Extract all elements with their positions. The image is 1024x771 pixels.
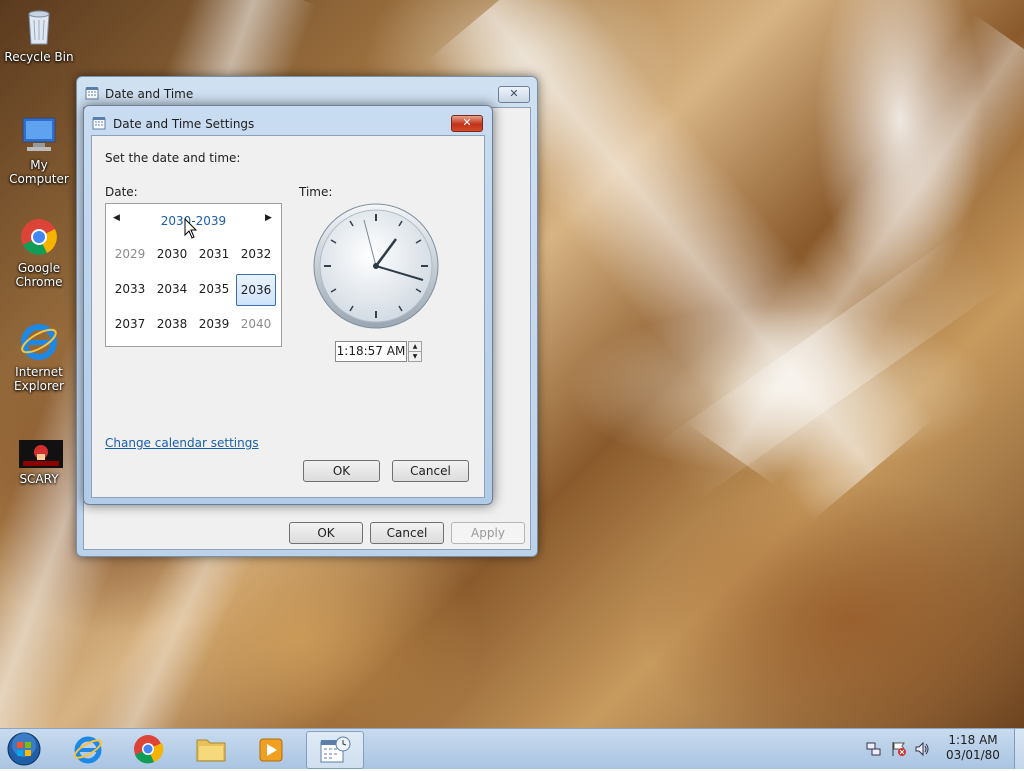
system-clock[interactable]: 1:18 AM 03/01/80: [940, 733, 1006, 762]
cancel-button[interactable]: Cancel: [392, 460, 469, 482]
change-calendar-settings-link[interactable]: Change calendar settings: [105, 436, 259, 450]
desktop-icon-scary[interactable]: SCARY: [1, 440, 77, 486]
calendar-year-cell[interactable]: 2040: [236, 309, 276, 339]
mouse-pointer-icon: [184, 217, 198, 243]
desktop-icon-recycle-bin[interactable]: Recycle Bin: [1, 6, 77, 64]
date-time-settings-icon: [92, 116, 106, 133]
recycle-bin-icon: [19, 6, 59, 46]
desktop-icon-label: SCARY: [19, 472, 59, 486]
computer-icon: [19, 114, 59, 154]
start-button[interactable]: [6, 731, 42, 767]
spin-up-icon[interactable]: ▲: [408, 341, 422, 352]
calendar-year-cell[interactable]: 2038: [152, 309, 192, 339]
dialog-title: Date and Time Settings: [113, 117, 255, 131]
close-button[interactable]: ✕: [498, 86, 530, 103]
window-title: Date and Time: [105, 87, 194, 101]
folder-icon: [196, 739, 226, 762]
desktop-icon-internet-explorer[interactable]: Internet Explorer: [1, 321, 77, 393]
apply-button[interactable]: Apply: [451, 522, 525, 544]
calendar-year-cell[interactable]: 2034: [152, 274, 192, 304]
ok-button[interactable]: OK: [289, 522, 363, 544]
calendar-year-cell[interactable]: 2030: [152, 239, 192, 269]
date-time-window-icon: [85, 86, 99, 103]
taskbar-file-explorer[interactable]: [185, 731, 237, 767]
calendar-year-cell[interactable]: 2036: [236, 274, 276, 306]
clock-date: 03/01/80: [946, 748, 1000, 762]
desktop-icon-label: My Computer: [9, 158, 69, 186]
internet-explorer-icon: [19, 321, 59, 361]
time-spinner[interactable]: ▲ ▼: [408, 341, 422, 362]
ok-button[interactable]: OK: [303, 460, 380, 482]
close-button[interactable]: ✕: [451, 115, 483, 132]
calendar-year-cell[interactable]: 2039: [194, 309, 234, 339]
internet-explorer-icon: [73, 736, 103, 764]
calendar-year-cell[interactable]: 2029: [110, 239, 150, 269]
calendar-year-cell[interactable]: 2032: [236, 239, 276, 269]
show-desktop-button[interactable]: [1014, 729, 1024, 769]
action-center-flag-icon[interactable]: [891, 741, 907, 757]
taskbar-media-player[interactable]: [245, 731, 297, 767]
calendar-year-cell[interactable]: 2035: [194, 274, 234, 304]
media-player-icon: [259, 738, 283, 762]
clock-time: 1:18 AM: [948, 733, 998, 747]
date-time-control-panel-icon: [320, 736, 351, 763]
time-input[interactable]: 1:18:57 AM: [335, 341, 407, 362]
cancel-button[interactable]: Cancel: [370, 522, 444, 544]
close-icon: ✕: [509, 87, 519, 100]
date-label: Date:: [105, 185, 138, 199]
taskbar-chrome[interactable]: [122, 731, 174, 767]
desktop-icon-label: Google Chrome: [15, 261, 63, 289]
spin-down-icon[interactable]: ▼: [408, 352, 422, 362]
start-orb-icon: [7, 732, 41, 766]
instruction-text: Set the date and time:: [105, 151, 241, 165]
desktop-icon-my-computer[interactable]: My Computer: [1, 114, 77, 186]
arrow-right-icon: ▶: [265, 213, 272, 223]
desktop-icon-label: Internet Explorer: [14, 365, 64, 393]
scary-game-icon: [19, 440, 63, 468]
calendar-year-cell[interactable]: 2031: [194, 239, 234, 269]
taskbar-date-time-window[interactable]: [306, 731, 364, 769]
chrome-icon: [134, 735, 164, 764]
close-icon: ✕: [462, 116, 472, 129]
analog-clock: [313, 203, 439, 332]
calendar-year-cell[interactable]: 2033: [110, 274, 150, 304]
next-decade-button[interactable]: ▶: [265, 213, 272, 223]
network-icon[interactable]: [866, 741, 882, 757]
desktop-icon-label: Recycle Bin: [4, 50, 74, 64]
chrome-icon: [19, 217, 59, 257]
calendar-year-cell[interactable]: 2037: [110, 309, 150, 339]
volume-icon[interactable]: [914, 741, 930, 757]
taskbar-internet-explorer[interactable]: [62, 731, 114, 767]
taskbar: 1:18 AM 03/01/80: [0, 728, 1024, 769]
time-label: Time:: [299, 185, 333, 199]
desktop-icon-google-chrome[interactable]: Google Chrome: [1, 217, 77, 289]
